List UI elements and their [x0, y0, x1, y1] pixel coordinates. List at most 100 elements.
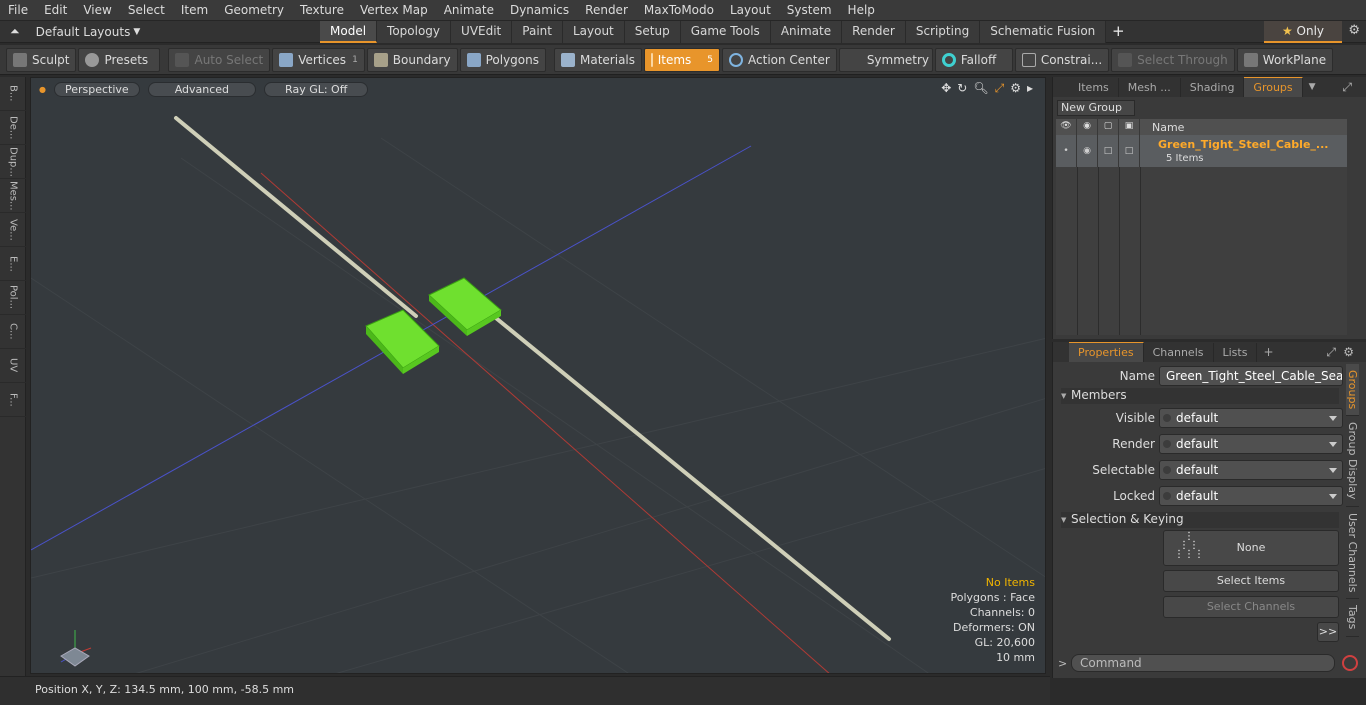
- tab-items[interactable]: Items: [1069, 77, 1119, 97]
- menu-item[interactable]: Item: [173, 0, 216, 21]
- tab-model[interactable]: Model: [320, 20, 378, 43]
- left-tab-de[interactable]: De...: [0, 111, 26, 145]
- eye-icon[interactable]: 👁︎: [1056, 119, 1077, 135]
- auto-select-button[interactable]: Auto Select: [168, 47, 271, 72]
- menu-help[interactable]: Help: [840, 0, 883, 21]
- selection-keying-section[interactable]: Selection & Keying: [1061, 512, 1339, 528]
- side-tab-tags[interactable]: Tags: [1346, 599, 1359, 637]
- falloff-button[interactable]: Falloff: [934, 47, 1013, 72]
- chevron-down-icon[interactable]: ▼: [1309, 82, 1316, 92]
- menu-maxtomodo[interactable]: MaxToModo: [636, 0, 722, 21]
- tab-shading[interactable]: Shading: [1181, 77, 1245, 97]
- visible-dropdown[interactable]: default: [1159, 408, 1343, 428]
- row-render-icon[interactable]: ◉: [1077, 135, 1098, 167]
- tab-game-tools[interactable]: Game Tools: [680, 20, 771, 43]
- left-tab-ve[interactable]: Ve...: [0, 213, 26, 247]
- expand-arrow-icon[interactable]: ▸: [1027, 81, 1033, 96]
- menu-view[interactable]: View: [75, 0, 119, 21]
- menu-render[interactable]: Render: [577, 0, 636, 21]
- none-button[interactable]: ⋮ ⋮⋮ ⋮⋮⋮ None: [1163, 530, 1339, 566]
- name-field[interactable]: Green_Tight_Steel_Cable_Seal_St: [1159, 366, 1343, 386]
- tab-topology[interactable]: Topology: [377, 20, 452, 43]
- gear-icon[interactable]: ⚙: [1343, 345, 1354, 359]
- polygons-button[interactable]: Polygons: [459, 47, 546, 72]
- render-icon[interactable]: ◉: [1077, 119, 1098, 135]
- tab-paint[interactable]: Paint: [512, 20, 563, 43]
- locked-dropdown[interactable]: default: [1159, 486, 1343, 506]
- left-tab-b[interactable]: B...: [0, 77, 26, 111]
- select-channels-button[interactable]: Select Channels: [1163, 596, 1339, 618]
- tab-schematic-fusion[interactable]: Schematic Fusion: [980, 20, 1107, 43]
- menu-file[interactable]: File: [0, 0, 36, 21]
- left-tab-f[interactable]: F...: [0, 383, 26, 417]
- shading-mode-button[interactable]: Advanced: [147, 81, 257, 97]
- action-center-button[interactable]: Action Center: [722, 47, 837, 72]
- tab-setup[interactable]: Setup: [624, 20, 681, 43]
- tab-scripting[interactable]: Scripting: [905, 20, 981, 43]
- tab-channels[interactable]: Channels: [1144, 342, 1214, 362]
- move-view-icon[interactable]: ✥: [941, 81, 951, 96]
- menu-layout[interactable]: Layout: [722, 0, 779, 21]
- lock-icon[interactable]: ▢: [1098, 119, 1119, 135]
- menu-edit[interactable]: Edit: [36, 0, 75, 21]
- left-tab-dup[interactable]: Dup...: [0, 145, 26, 179]
- select-icon[interactable]: ▣: [1119, 119, 1140, 135]
- boundary-button[interactable]: Boundary: [366, 47, 458, 72]
- record-icon[interactable]: [1342, 655, 1358, 671]
- workplane-button[interactable]: WorkPlane: [1236, 47, 1334, 72]
- row-eye-icon[interactable]: •: [1056, 135, 1077, 167]
- menu-dynamics[interactable]: Dynamics: [502, 0, 577, 21]
- viewport-gear-icon[interactable]: ⚙: [1010, 81, 1021, 96]
- row-select-icon[interactable]: □: [1119, 135, 1140, 167]
- new-group-button[interactable]: New Group: [1057, 100, 1135, 116]
- left-tab-pol[interactable]: Pol...: [0, 281, 26, 315]
- tab-properties[interactable]: Properties: [1069, 342, 1144, 362]
- vertices-button[interactable]: Vertices 1: [272, 47, 365, 72]
- side-tab-groups[interactable]: Groups: [1346, 364, 1359, 417]
- menu-vertex-map[interactable]: Vertex Map: [352, 0, 436, 21]
- tab-animate[interactable]: Animate: [770, 20, 843, 43]
- left-tab-e[interactable]: E...: [0, 247, 26, 281]
- tab-render[interactable]: Render: [842, 20, 906, 43]
- menu-geometry[interactable]: Geometry: [216, 0, 292, 21]
- menu-select[interactable]: Select: [120, 0, 173, 21]
- render-dropdown[interactable]: default: [1159, 434, 1343, 454]
- more-button[interactable]: >>: [1317, 622, 1339, 642]
- menu-texture[interactable]: Texture: [292, 0, 352, 21]
- side-tab-user-channels[interactable]: User Channels: [1346, 507, 1359, 600]
- tab-groups[interactable]: Groups: [1244, 77, 1303, 97]
- gear-icon[interactable]: ⚙: [1348, 23, 1360, 38]
- symmetry-button[interactable]: Symmetry: [838, 47, 933, 72]
- only-toggle[interactable]: ★ Only: [1264, 21, 1342, 43]
- menu-system[interactable]: System: [779, 0, 840, 21]
- selectable-dropdown[interactable]: default: [1159, 460, 1343, 480]
- tab-uvedit[interactable]: UVEdit: [451, 20, 513, 43]
- side-tab-group-display[interactable]: Group Display: [1346, 416, 1359, 507]
- members-section[interactable]: Members: [1061, 388, 1339, 404]
- left-tab-uv[interactable]: UV: [0, 349, 26, 383]
- layouts-dropdown[interactable]: ⏶ Default Layouts ▼: [0, 21, 320, 43]
- row-lock-icon[interactable]: □: [1098, 135, 1119, 167]
- menu-animate[interactable]: Animate: [436, 0, 502, 21]
- 3d-viewport[interactable]: ● Perspective Advanced Ray GL: Off ✥ ↻ 🔍…: [30, 77, 1046, 674]
- tab-layout[interactable]: Layout: [562, 20, 625, 43]
- constraints-button[interactable]: Constrai...: [1014, 47, 1110, 72]
- zoom-view-icon[interactable]: 🔍︎: [973, 81, 988, 96]
- maximize-icon[interactable]: ⤢: [1342, 80, 1352, 95]
- tab-lists[interactable]: Lists: [1214, 342, 1258, 362]
- maximize-icon[interactable]: ⤢: [1326, 345, 1336, 360]
- left-tab-mes[interactable]: Mes...: [0, 179, 26, 213]
- sculpt-button[interactable]: Sculpt: [6, 47, 77, 72]
- fit-view-icon[interactable]: ⤢: [995, 81, 1005, 96]
- items-button[interactable]: Items 5: [644, 47, 721, 72]
- group-row[interactable]: • ◉ □ □ Green_Tight_Steel_Cable_... 5 It…: [1056, 135, 1347, 167]
- select-items-button[interactable]: Select Items: [1163, 570, 1339, 592]
- add-tab-icon[interactable]: +: [1263, 345, 1273, 359]
- tab-mesh[interactable]: Mesh ...: [1119, 77, 1181, 97]
- materials-button[interactable]: Materials: [554, 47, 643, 72]
- rotate-view-icon[interactable]: ↻: [957, 81, 967, 96]
- left-tab-c[interactable]: C...: [0, 315, 26, 349]
- select-through-button[interactable]: Select Through: [1111, 47, 1235, 72]
- raygl-button[interactable]: Ray GL: Off: [264, 81, 369, 97]
- command-input[interactable]: Command: [1071, 654, 1335, 672]
